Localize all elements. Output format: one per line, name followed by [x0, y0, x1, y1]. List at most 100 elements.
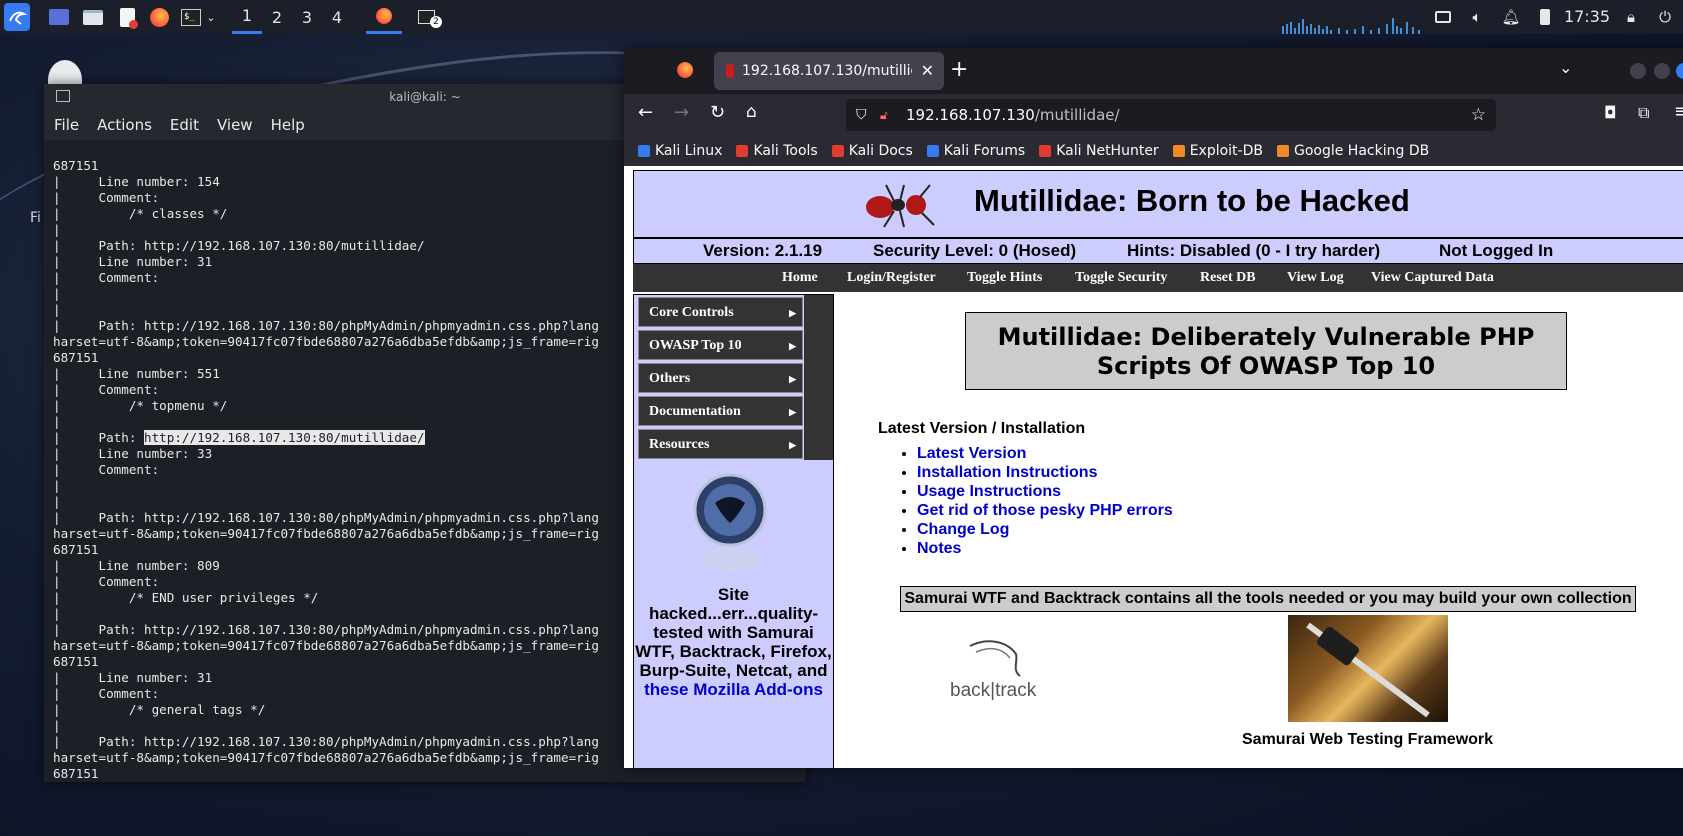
nav-home[interactable]: Home: [782, 270, 818, 286]
pocket-icon[interactable]: ◘: [1604, 103, 1617, 122]
bookmark-kali-forums[interactable]: Kali Forums: [926, 143, 1025, 159]
menu-core-controls[interactable]: Core Controls ▶: [638, 297, 803, 327]
nav-toggle-security[interactable]: Toggle Security: [1075, 270, 1167, 286]
installation-instructions-link[interactable]: Installation Instructions: [917, 464, 1097, 481]
bookmark-kali-nethunter[interactable]: Kali NetHunter: [1039, 143, 1159, 159]
kali-menu-icon[interactable]: [4, 3, 30, 31]
bookmark-kali-tools[interactable]: Kali Tools: [736, 143, 818, 159]
terminal-menu-file[interactable]: File: [54, 116, 79, 134]
installation-links: Latest Version Installation Instructions…: [899, 444, 1173, 558]
terminal-line: 687151: [53, 766, 99, 781]
terminal-title: kali@kali: ~: [389, 90, 461, 104]
list-all-tabs-icon[interactable]: ⌄: [1559, 58, 1572, 77]
back-icon[interactable]: ←: [638, 102, 653, 123]
site-sidebar: Core Controls ▶ OWASP Top 10 ▶ Others ▶ Doc…: [633, 294, 834, 768]
hints-label: Hints: Disabled (0 - I try harder): [1127, 241, 1381, 260]
terminal-menu-edit[interactable]: Edit: [170, 116, 199, 134]
latest-version-link[interactable]: Latest Version: [917, 445, 1026, 462]
tab-close-icon[interactable]: ✕: [921, 52, 934, 90]
new-tab-icon[interactable]: +: [950, 57, 968, 82]
backtrack-dragon-icon: [969, 640, 1021, 677]
firefox-icon: [376, 7, 392, 24]
minimize-window-icon[interactable]: [1630, 63, 1646, 79]
section-heading: Latest Version / Installation: [878, 420, 1086, 437]
firefox-view-icon[interactable]: [677, 62, 693, 78]
notes-link[interactable]: Notes: [917, 540, 961, 557]
backtrack-logo[interactable]: back|track: [950, 636, 1050, 706]
workspace-4[interactable]: 4: [322, 0, 352, 34]
power-icon[interactable]: ⏻: [1654, 6, 1676, 28]
forward-icon[interactable]: →: [674, 102, 689, 123]
url-bar[interactable]: ⛉ 🔓︎ 192.168.107.130/mutillidae/ ☆: [846, 99, 1496, 131]
site-header: Mutillidae: Born to be Hacked: [633, 170, 1683, 238]
usage-instructions-link[interactable]: Usage Instructions: [917, 483, 1061, 500]
battery-icon[interactable]: [1534, 6, 1556, 28]
bookmark-star-icon[interactable]: ☆: [1471, 99, 1486, 131]
text-editor-icon[interactable]: [116, 6, 138, 29]
php-errors-link[interactable]: Get rid of those pesky PHP errors: [917, 502, 1173, 519]
terminal-menu-actions[interactable]: Actions: [97, 116, 152, 134]
taskbar-firefox-window[interactable]: [366, 0, 402, 34]
backtrack-logo-text: back|track: [950, 680, 1037, 701]
version-label: Version: 2.1.19: [703, 241, 823, 260]
volume-icon[interactable]: 🔈︎: [1466, 6, 1488, 28]
reload-icon[interactable]: ↻: [710, 102, 725, 123]
firefox-window[interactable]: 192.168.107.130/mutillida ✕ + ⌄ ← → ↻ ⌂ …: [624, 48, 1683, 768]
firefox-launcher-icon[interactable]: [148, 6, 170, 28]
nav-login-register[interactable]: Login/Register: [847, 270, 936, 286]
lock-icon[interactable]: 🔓︎: [880, 99, 888, 131]
exploit-db-favicon-icon: [1172, 145, 1185, 157]
bookmark-kali-docs[interactable]: Kali Docs: [831, 143, 913, 159]
top-panel: $_ ⌄ 1 2 3 4 2 🔈︎ 🔔︎ 17:35 🔒︎ ⏻: [0, 0, 1683, 34]
submenu-arrow-icon: ▶: [789, 374, 796, 384]
kali-nethunter-favicon-icon: [1039, 145, 1052, 157]
lock-screen-icon[interactable]: 🔒︎: [1620, 6, 1642, 28]
nav-toggle-hints[interactable]: Toggle Hints: [967, 270, 1042, 286]
file-manager-icon[interactable]: [82, 6, 104, 28]
bookmark-google-hacking-db[interactable]: Google Hacking DB: [1276, 143, 1429, 159]
menu-resources[interactable]: Resources ▶: [638, 429, 803, 459]
change-log-link[interactable]: Change Log: [917, 521, 1009, 538]
terminal-menu-help[interactable]: Help: [271, 116, 305, 134]
selected-text[interactable]: http://192.168.107.130:80/mutillidae/: [144, 430, 425, 445]
tab-mutillidae[interactable]: 192.168.107.130/mutillida ✕: [714, 52, 944, 90]
mozilla-addons-link[interactable]: these Mozilla Add-ons: [644, 680, 823, 699]
menu-owasp-top-10[interactable]: OWASP Top 10 ▶: [638, 330, 803, 360]
site-navbar: Home Login/Register Toggle Hints Toggle …: [633, 264, 1683, 292]
terminal-window-count: 2: [430, 16, 442, 28]
security-level-label: Security Level: 0 (Hosed): [873, 241, 1077, 260]
google-hacking-db-favicon-icon: [1276, 145, 1289, 157]
nav-reset-db[interactable]: Reset DB: [1200, 270, 1256, 286]
list-item: Change Log: [917, 520, 1173, 539]
menu-others[interactable]: Others ▶: [638, 363, 803, 393]
page-viewport[interactable]: Mutillidae: Born to be Hacked Version: 2…: [624, 166, 1683, 768]
terminal-menu-view[interactable]: View: [217, 116, 253, 134]
notifications-bell-icon[interactable]: 🔔︎: [1500, 6, 1522, 28]
close-window-icon[interactable]: [1676, 63, 1683, 79]
nav-view-log[interactable]: View Log: [1287, 270, 1344, 286]
panel-clock[interactable]: 17:35: [1564, 7, 1610, 26]
app-menu-icon[interactable]: ≡: [1674, 101, 1683, 122]
samurai-image[interactable]: [1288, 615, 1448, 722]
taskbar-terminal-window[interactable]: 2: [408, 0, 444, 34]
list-item: Usage Instructions: [917, 482, 1173, 501]
menu-documentation[interactable]: Documentation ▶: [638, 396, 803, 426]
site-title: Mutillidae: Born to be Hacked: [974, 183, 1410, 218]
bookmark-kali-linux[interactable]: Kali Linux: [638, 143, 722, 159]
workspace-2[interactable]: 2: [262, 0, 292, 34]
terminal-launcher-icon[interactable]: $_: [180, 6, 202, 28]
chevron-down-icon[interactable]: ⌄: [204, 6, 218, 28]
sidebar-blurb: Site hacked...err...quality-tested with …: [634, 585, 833, 699]
shield-icon[interactable]: ⛉: [856, 99, 867, 131]
nav-view-captured-data[interactable]: View Captured Data: [1371, 270, 1494, 286]
home-icon[interactable]: ⌂: [746, 102, 757, 122]
list-item: Notes: [917, 539, 1173, 558]
workspace-3[interactable]: 3: [292, 0, 322, 34]
show-desktop-icon[interactable]: [48, 6, 70, 28]
bookmark-exploit-db[interactable]: Exploit-DB: [1172, 143, 1263, 159]
extensions-icon[interactable]: ⧉: [1638, 103, 1649, 123]
workspace-1[interactable]: 1: [232, 0, 262, 34]
list-item: Latest Version: [917, 444, 1173, 463]
maximize-window-icon[interactable]: [1654, 63, 1670, 79]
display-icon[interactable]: [1432, 6, 1454, 28]
